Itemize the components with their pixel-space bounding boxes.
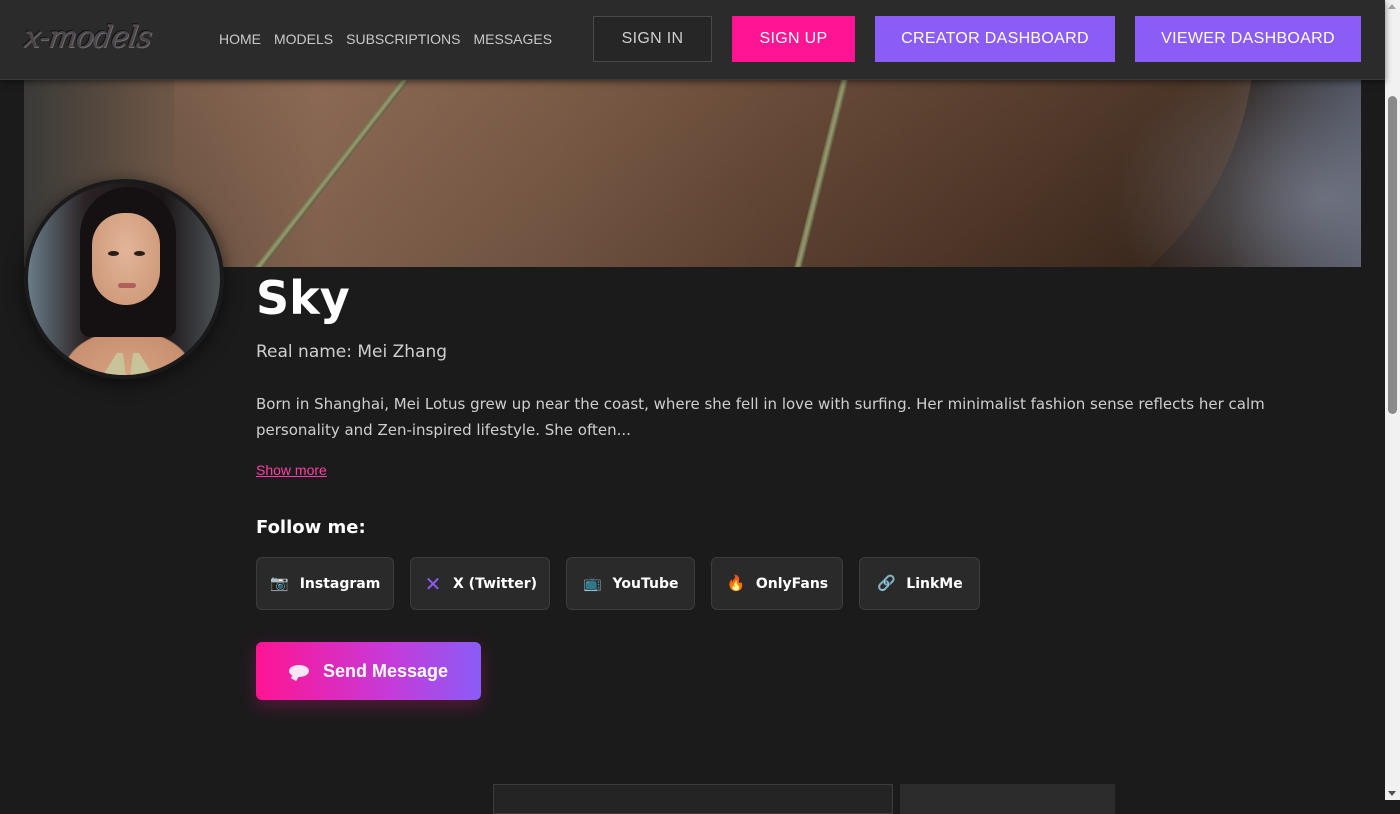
- instagram-label: Instagram: [299, 575, 381, 592]
- site-logo[interactable]: x-models: [21, 14, 158, 62]
- scroll-up-arrow-icon[interactable]: [1388, 4, 1396, 9]
- chat-bubble-icon: [288, 665, 309, 677]
- link-icon: 🔗: [876, 574, 896, 592]
- profile-bio: Born in Shanghai, Mei Lotus grew up near…: [256, 395, 1265, 439]
- youtube-label: YouTube: [612, 575, 679, 592]
- content-tab-right[interactable]: [900, 784, 1115, 814]
- profile-avatar: [24, 179, 224, 379]
- nav-home-link[interactable]: HOME: [219, 31, 261, 47]
- avatar-face: [92, 213, 160, 305]
- send-message-label: Send Message: [322, 660, 449, 681]
- content-tab-left[interactable]: [493, 784, 893, 814]
- top-navigation-bar: x-models HOME MODELS SUBSCRIPTIONS MESSA…: [0, 0, 1385, 80]
- instagram-button[interactable]: 📷 Instagram: [256, 557, 394, 610]
- linkme-label: LinkMe: [906, 575, 963, 592]
- twitter-label: X (Twitter): [453, 575, 537, 592]
- fire-icon: 🔥: [726, 574, 746, 592]
- avatar-eye-right: [134, 251, 145, 256]
- profile-cover-image: [24, 79, 1361, 267]
- creator-dashboard-button[interactable]: CREATOR DASHBOARD: [875, 16, 1115, 62]
- follow-heading: Follow me:: [256, 517, 366, 538]
- page-scrollbar[interactable]: [1385, 0, 1400, 800]
- show-more-link[interactable]: Show more: [256, 462, 327, 478]
- tv-icon: 📺: [583, 574, 602, 592]
- youtube-button[interactable]: 📺 YouTube: [566, 557, 695, 610]
- profile-name: Sky: [256, 271, 350, 325]
- avatar-eye-left: [108, 251, 119, 256]
- avatar-top: [92, 345, 164, 375]
- nav-messages-link[interactable]: MESSAGES: [473, 31, 552, 47]
- linkme-button[interactable]: 🔗 LinkMe: [859, 557, 980, 610]
- nav-models-link[interactable]: MODELS: [274, 31, 333, 47]
- main-nav: HOME MODELS SUBSCRIPTIONS MESSAGES: [219, 31, 552, 47]
- x-icon: ✕: [424, 571, 442, 596]
- onlyfans-label: OnlyFans: [755, 575, 829, 592]
- send-message-button[interactable]: Send Message: [256, 642, 481, 700]
- onlyfans-button[interactable]: 🔥 OnlyFans: [711, 557, 843, 610]
- sign-in-button[interactable]: SIGN IN: [593, 16, 712, 62]
- viewer-dashboard-button[interactable]: VIEWER DASHBOARD: [1135, 16, 1361, 62]
- avatar-lips: [118, 283, 136, 288]
- scrollbar-thumb[interactable]: [1388, 96, 1397, 414]
- camera-icon: 📷: [270, 574, 290, 592]
- twitter-button[interactable]: ✕ X (Twitter): [410, 557, 550, 610]
- sign-up-button[interactable]: SIGN UP: [732, 16, 855, 62]
- scroll-down-arrow-icon[interactable]: [1388, 791, 1396, 796]
- profile-real-name: Real name: Mei Zhang: [256, 342, 448, 362]
- nav-subscriptions-link[interactable]: SUBSCRIPTIONS: [346, 31, 460, 47]
